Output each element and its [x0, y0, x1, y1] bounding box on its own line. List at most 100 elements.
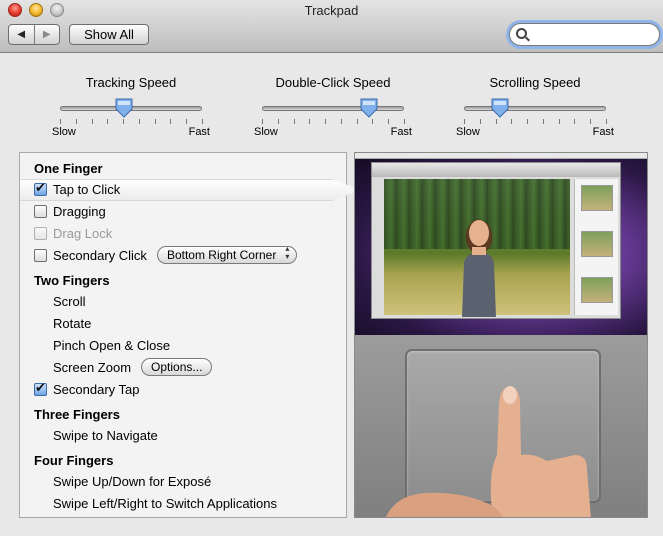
tracking-speed-slider: Tracking Speed Slow Fast [52, 72, 210, 142]
swipe-expose-label: Swipe Up/Down for Exposé [53, 473, 212, 489]
slider-tick [495, 119, 497, 124]
scrolling-speed-slider: Scrolling Speed Slow Fast [456, 72, 614, 142]
gesture-options-panel: One Finger Tap to Click Dragging Drag Lo… [19, 152, 360, 518]
preview-app-window [371, 162, 621, 319]
preview-screen-image [355, 153, 647, 335]
tap-to-click-label: Tap to Click [53, 181, 121, 197]
slider-tick [277, 119, 279, 124]
slider-min-label: Slow [254, 126, 278, 138]
pinch-label: Pinch Open & Close [53, 337, 171, 353]
slider-tick [202, 119, 203, 124]
slider-tick [262, 119, 263, 124]
slider-ticks [464, 119, 607, 125]
slider-ticks [60, 119, 203, 125]
slider-tick [372, 119, 374, 124]
secondary-tap-label: Secondary Tap [53, 381, 140, 397]
search-icon [516, 28, 527, 39]
preview-trackpad-scene [355, 335, 647, 517]
slider-tick [123, 119, 125, 124]
slider-label: Double-Click Speed [275, 75, 391, 90]
slider-track[interactable] [262, 106, 404, 111]
slider-tick [325, 119, 327, 124]
secondary-click-label: Secondary Click [53, 247, 147, 263]
screen-zoom-options-button[interactable]: Options... [141, 358, 213, 376]
preview-thumbnail [581, 185, 613, 211]
back-arrow-icon: ◀ [17, 29, 26, 40]
back-button[interactable]: ◀ [9, 25, 35, 44]
slider-tick [574, 119, 576, 124]
slider-tick [340, 119, 342, 124]
gesture-preview-video [354, 152, 648, 518]
navigation-segmented-control: ◀ ▶ [8, 24, 60, 45]
slider-tick [542, 119, 544, 124]
slider-tick [479, 119, 481, 124]
dragging-label: Dragging [53, 203, 106, 219]
preview-menubar [355, 153, 647, 159]
drag-lock-row: Drag Lock [34, 223, 112, 243]
slider-tick [388, 119, 390, 124]
slider-tick [75, 119, 77, 124]
preview-thumbnail [581, 231, 613, 257]
swipe-switch-label: Swipe Left/Right to Switch Applications [53, 495, 278, 511]
slider-knob[interactable] [360, 98, 378, 118]
slider-min-label: Slow [52, 126, 76, 138]
pinch-row: Pinch Open & Close [53, 335, 170, 355]
dragging-row[interactable]: Dragging [34, 201, 106, 221]
slider-tick [60, 119, 61, 124]
scroll-row: Scroll [53, 291, 86, 311]
tap-to-click-row[interactable]: Tap to Click [34, 179, 120, 199]
swipe-navigate-label: Swipe to Navigate [53, 427, 158, 443]
search-input[interactable] [532, 27, 654, 43]
slider-knob[interactable] [115, 98, 133, 118]
preview-photo [384, 179, 570, 317]
rotate-label: Rotate [53, 315, 92, 331]
three-fingers-heading: Three Fingers [34, 407, 120, 422]
forward-button[interactable]: ▶ [35, 25, 60, 44]
slider-max-label: Fast [188, 126, 210, 138]
slider-tick [107, 119, 109, 124]
preview-sidebar [574, 179, 618, 315]
secondary-click-corner-popup[interactable]: Bottom Right Corner [156, 244, 298, 264]
slider-max-label: Fast [390, 126, 412, 138]
slider-tick [511, 119, 513, 124]
search-field[interactable] [509, 23, 660, 46]
slider-tick [590, 119, 592, 124]
two-fingers-heading: Two Fingers [34, 273, 110, 288]
slider-label: Scrolling Speed [489, 75, 581, 90]
secondary-tap-row[interactable]: Secondary Tap [34, 379, 140, 399]
one-finger-heading: One Finger [34, 161, 103, 176]
slider-tick [170, 119, 172, 124]
drag-lock-label: Drag Lock [53, 225, 113, 241]
slider-knob[interactable] [491, 98, 509, 118]
slider-tick [527, 119, 529, 124]
slider-tick [558, 119, 560, 124]
preview-person-image [462, 219, 496, 317]
four-fingers-heading: Four Fingers [34, 453, 114, 468]
screen-zoom-label: Screen Zoom [53, 359, 132, 375]
slider-tick [186, 119, 188, 124]
preview-thumbnail [581, 277, 613, 303]
dragging-checkbox[interactable] [34, 204, 47, 218]
slider-tick [404, 119, 405, 124]
tap-to-click-checkbox[interactable] [34, 180, 47, 196]
secondary-click-checkbox[interactable] [34, 248, 47, 262]
slider-ticks [262, 119, 405, 125]
screen-zoom-row: Screen Zoom Options... [53, 357, 213, 377]
window-title: Trackpad [304, 3, 359, 18]
slider-label: Tracking Speed [85, 75, 177, 90]
rotate-row: Rotate [53, 313, 91, 333]
slider-tick [464, 119, 465, 124]
slider-tick [606, 119, 607, 124]
secondary-click-row[interactable]: Secondary Click Bottom Right Corner [34, 244, 298, 265]
scroll-label: Scroll [53, 293, 86, 309]
slider-tick [138, 119, 140, 124]
secondary-tap-checkbox[interactable] [34, 380, 47, 396]
drag-lock-checkbox [34, 226, 47, 240]
forward-arrow-icon: ▶ [42, 29, 51, 40]
slider-max-label: Fast [592, 126, 614, 138]
slider-track[interactable] [464, 106, 606, 111]
show-all-button[interactable]: Show All [69, 24, 149, 45]
swipe-expose-row: Swipe Up/Down for Exposé [53, 471, 211, 491]
swipe-switch-row: Swipe Left/Right to Switch Applications [53, 493, 277, 513]
slider-tick [154, 119, 156, 124]
